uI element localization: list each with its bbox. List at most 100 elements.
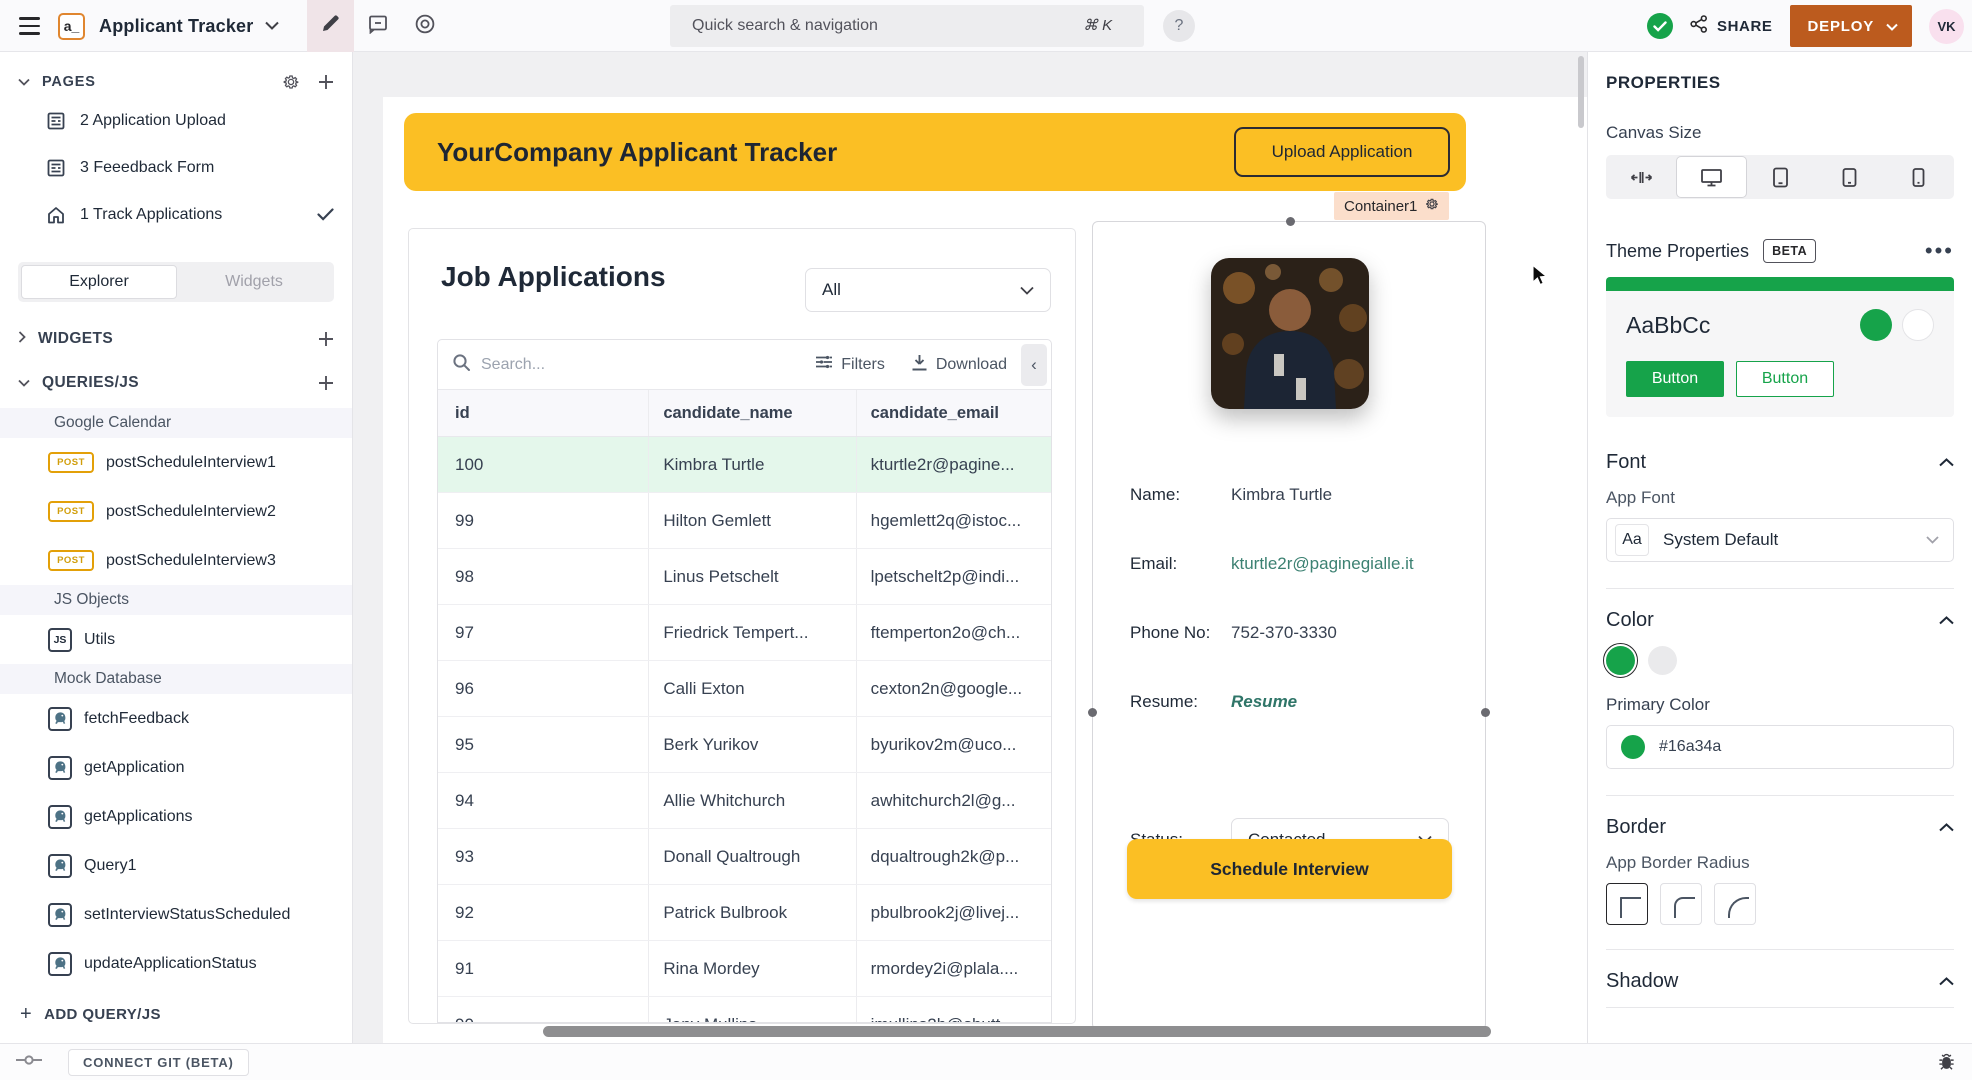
shadow-section-header[interactable]: Shadow [1606, 970, 1954, 993]
resize-handle-left[interactable] [1088, 708, 1097, 717]
border-section-header[interactable]: Border [1606, 816, 1954, 839]
download-button[interactable]: Download [911, 354, 1007, 376]
vertical-scrollbar[interactable] [1578, 56, 1584, 128]
quick-search-input[interactable] [670, 5, 1144, 47]
deploy-button[interactable]: DEPLOY [1790, 5, 1912, 47]
add-query-plus-icon[interactable] [318, 375, 334, 391]
query-item[interactable]: getApplication [0, 743, 352, 792]
theme-primary-color-circle[interactable] [1860, 309, 1892, 341]
app-font-select[interactable]: Aa System Default [1606, 518, 1954, 562]
table-row[interactable]: 98Linus Petscheltlpetschelt2p@indi... [438, 549, 1051, 605]
app-menu-chevron-icon[interactable] [265, 17, 279, 35]
widgets-section-header[interactable]: WIDGETS [0, 320, 352, 358]
connect-git-button[interactable]: CONNECT GIT (BETA) [68, 1049, 249, 1076]
table-row[interactable]: 99Hilton Gemletthgemlett2q@istoc... [438, 493, 1051, 549]
postgres-elephant-icon [53, 809, 68, 824]
upload-application-button[interactable]: Upload Application [1234, 127, 1450, 177]
table-row[interactable]: 96Calli Extoncexton2n@google... [438, 661, 1051, 717]
debug-bug-icon[interactable] [1937, 1053, 1956, 1072]
sidebar-page-item[interactable]: 3 Feeedback Form [0, 144, 352, 191]
canvas-size-tablet-small[interactable] [1815, 156, 1884, 198]
field-value[interactable]: Resume [1231, 692, 1297, 712]
widget-settings-gear-icon[interactable] [1425, 197, 1439, 215]
table-row[interactable]: 97Friedrick Tempert...ftemperton2o@ch... [438, 605, 1051, 661]
status-filter-select[interactable]: All [805, 268, 1051, 312]
table-search-input[interactable] [481, 356, 651, 374]
column-header-id[interactable]: id [438, 390, 649, 436]
color-section-header[interactable]: Color [1606, 609, 1954, 632]
query-item[interactable]: fetchFeedback [0, 694, 352, 743]
collapse-pane-button[interactable]: ‹ [1021, 344, 1047, 386]
queries-section-header[interactable]: QUERIES/JS [0, 364, 352, 402]
user-avatar[interactable]: VK [1929, 9, 1964, 44]
sidebar-page-item[interactable]: 1 Track Applications [0, 191, 352, 238]
add-query-js-button[interactable]: + ADD QUERY/JS [0, 992, 352, 1036]
schedule-interview-button[interactable]: Schedule Interview [1127, 839, 1452, 899]
field-value[interactable]: kturtle2r@paginegialle.it [1231, 554, 1414, 574]
chevron-up-icon[interactable] [1939, 973, 1954, 991]
border-radius-round[interactable] [1714, 883, 1756, 925]
query-item[interactable]: getApplications [0, 792, 352, 841]
add-widget-plus-icon[interactable] [318, 331, 334, 347]
primary-color-input[interactable]: #16a34a [1606, 725, 1954, 769]
table-cell: jmullins2h@shutt... [857, 997, 1051, 1023]
table-row[interactable]: 95Berk Yurikovbyurikov2m@uco... [438, 717, 1051, 773]
table-row[interactable]: 93Donall Qualtroughdqualtrough2k@p... [438, 829, 1051, 885]
query-group-header[interactable]: Google Calendar [0, 408, 352, 438]
header-banner-widget[interactable]: YourCompany Applicant Tracker Upload App… [404, 113, 1466, 191]
gray-color-swatch[interactable] [1648, 646, 1677, 675]
tab-explorer[interactable]: Explorer [21, 265, 177, 299]
query-group-header[interactable]: JS Objects [0, 585, 352, 615]
canvas-size-mobile[interactable] [1884, 156, 1953, 198]
column-header-candidate_name[interactable]: candidate_name [649, 390, 856, 436]
comment-mode-button[interactable] [354, 0, 401, 52]
query-item[interactable]: updateApplicationStatus [0, 939, 352, 988]
table-row[interactable]: 91Rina Mordeyrmordey2i@plala.... [438, 941, 1051, 997]
theme-secondary-button-preview[interactable]: Button [1736, 361, 1834, 397]
help-button[interactable]: ? [1163, 10, 1195, 42]
pages-header[interactable]: PAGES [0, 67, 352, 97]
query-item[interactable]: POSTpostScheduleInterview2 [0, 487, 352, 536]
table-row[interactable]: 94Allie Whitchurchawhitchurch2l@g... [438, 773, 1051, 829]
detail-fields: Name:Kimbra TurtleEmail:kturtle2r@pagine… [1130, 460, 1449, 736]
share-button[interactable]: SHARE [1690, 15, 1773, 37]
pages-settings-gear-icon[interactable] [282, 73, 300, 91]
add-page-plus-icon[interactable] [318, 74, 334, 90]
canvas-size-desktop[interactable] [1676, 156, 1747, 198]
tab-widgets[interactable]: Widgets [177, 265, 331, 299]
query-group-header[interactable]: Mock Database [0, 664, 352, 694]
container1-widget-tag[interactable]: Container1 [1334, 192, 1449, 220]
query-item[interactable]: JSUtils [0, 615, 352, 664]
query-item[interactable]: POSTpostScheduleInterview3 [0, 536, 352, 585]
border-radius-sharp[interactable] [1606, 883, 1648, 925]
table-row[interactable]: 90Jany Mullinsjmullins2h@shutt... [438, 997, 1051, 1023]
table-row[interactable]: 92Patrick Bulbrookpbulbrook2j@livej... [438, 885, 1051, 941]
chevron-up-icon[interactable] [1939, 454, 1954, 472]
table-cell: awhitchurch2l@g... [857, 773, 1051, 828]
resize-handle-right[interactable] [1481, 708, 1490, 717]
green-color-swatch[interactable] [1606, 646, 1635, 675]
candidate-detail-container[interactable]: Name:Kimbra TurtleEmail:kturtle2r@pagine… [1092, 221, 1486, 1030]
query-item[interactable]: setInterviewStatusScheduled [0, 890, 352, 939]
edit-mode-button[interactable] [307, 0, 354, 52]
font-section-header[interactable]: Font [1606, 451, 1954, 474]
horizontal-scrollbar[interactable] [543, 1026, 1491, 1037]
query-item[interactable]: Query1 [0, 841, 352, 890]
theme-more-options-icon[interactable]: ••• [1925, 246, 1954, 256]
query-item[interactable]: POSTpostScheduleInterview1 [0, 438, 352, 487]
canvas-size-fluid-width[interactable] [1607, 156, 1676, 198]
table-cell: byurikov2m@uco... [857, 717, 1051, 772]
resize-handle-top[interactable] [1286, 217, 1295, 226]
theme-background-color-circle[interactable] [1902, 309, 1934, 341]
filters-button[interactable]: Filters [815, 354, 885, 375]
sidebar-page-item[interactable]: 2 Application Upload [0, 97, 352, 144]
chevron-up-icon[interactable] [1939, 612, 1954, 630]
view-mode-button[interactable] [401, 0, 448, 52]
hamburger-menu-icon[interactable] [0, 0, 58, 52]
theme-primary-button-preview[interactable]: Button [1626, 361, 1724, 397]
chevron-up-icon[interactable] [1939, 819, 1954, 837]
canvas-size-tablet[interactable] [1747, 156, 1816, 198]
table-row[interactable]: 100Kimbra Turtlekturtle2r@pagine... [438, 437, 1051, 493]
border-radius-rounded[interactable] [1660, 883, 1702, 925]
column-header-candidate_email[interactable]: candidate_email [857, 390, 1051, 436]
